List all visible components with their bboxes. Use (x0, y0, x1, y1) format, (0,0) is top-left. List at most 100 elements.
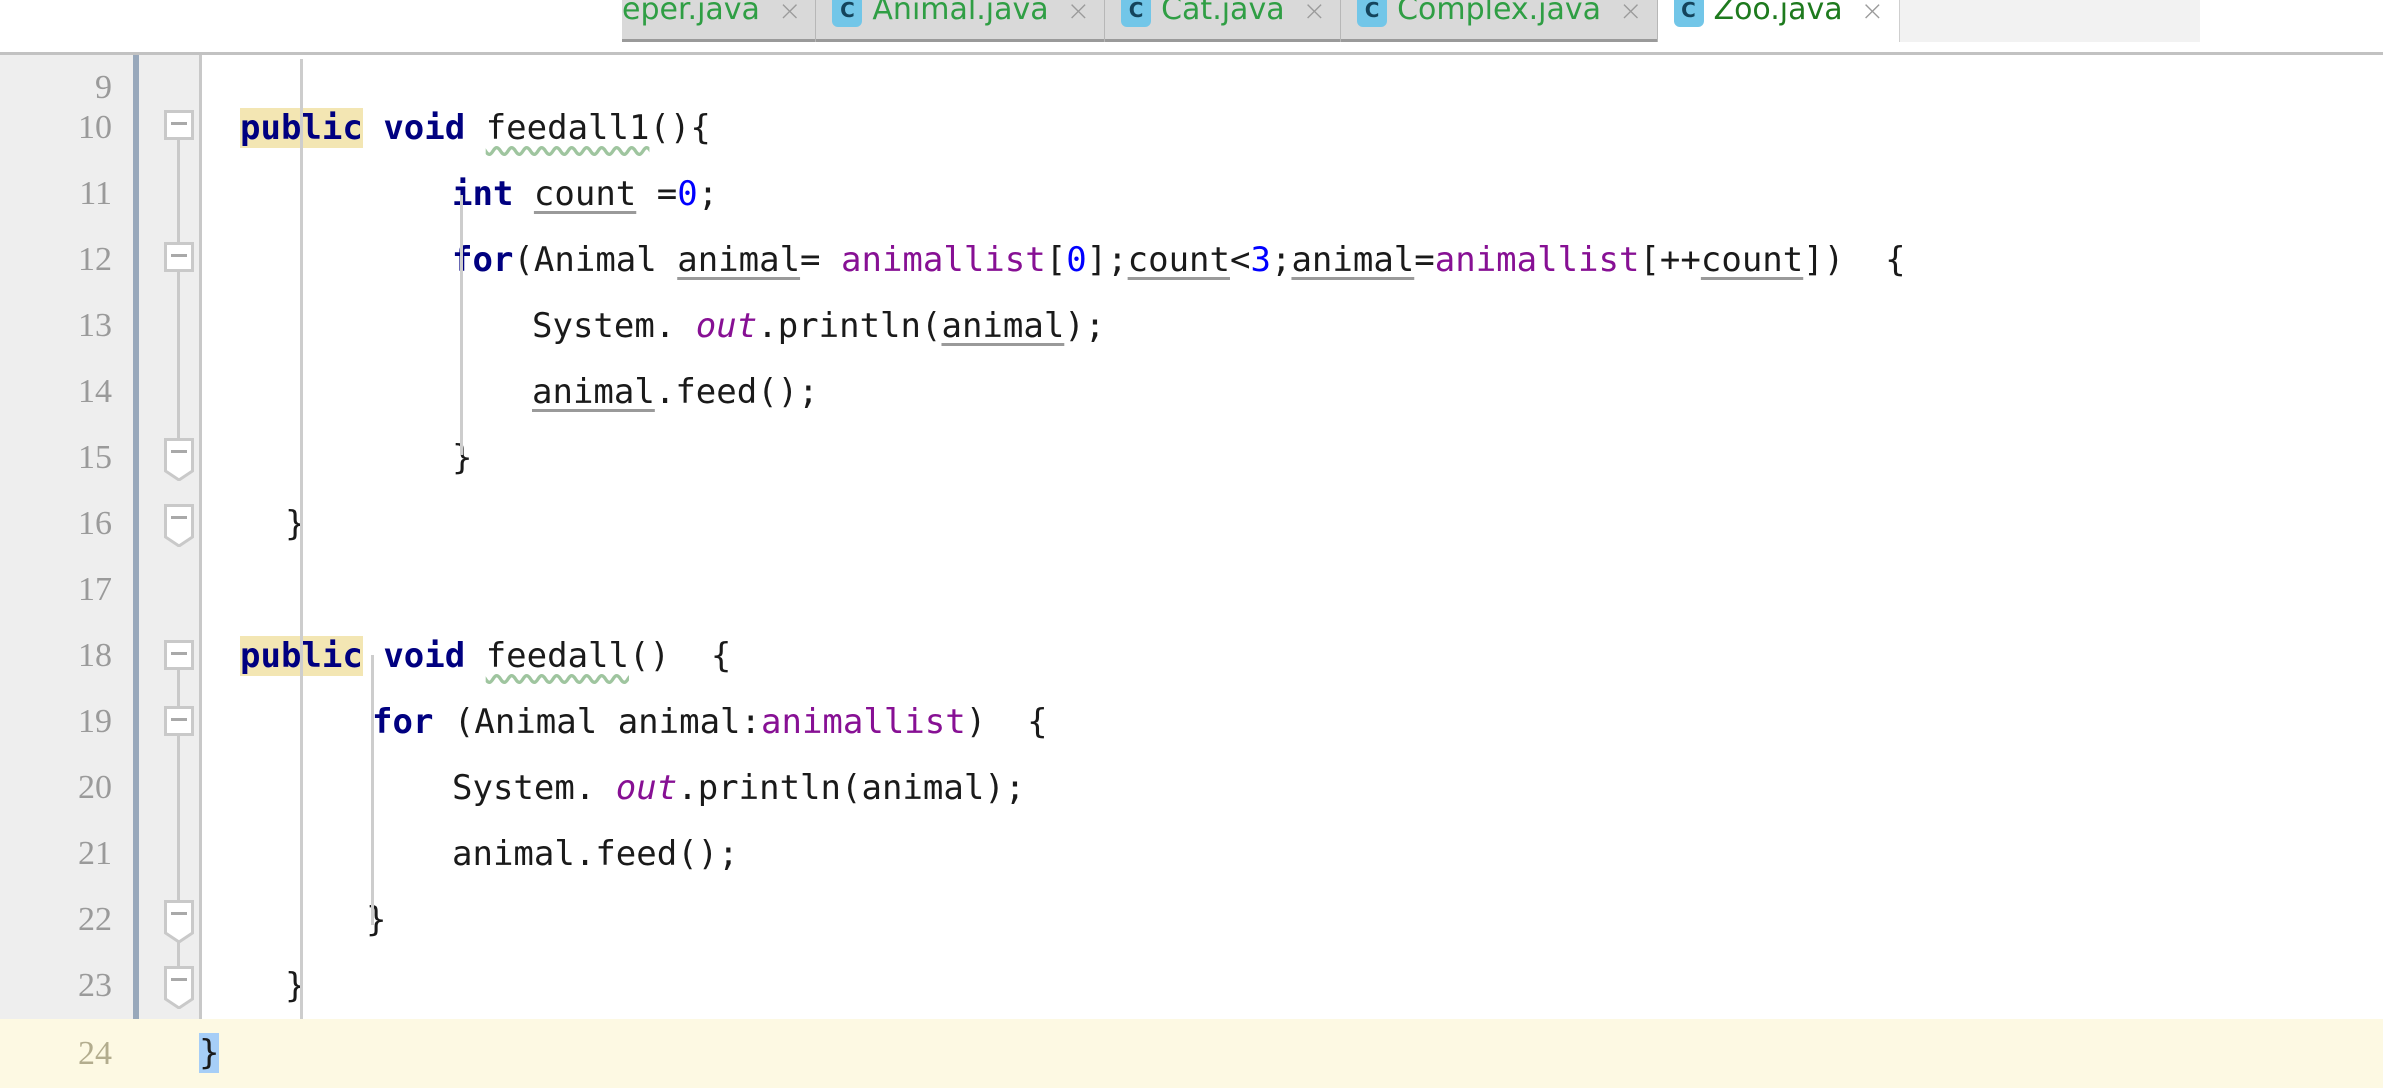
editor-tab-keeper[interactable]: eper.java × (622, 0, 817, 42)
fold-minus-icon (171, 254, 187, 257)
editor-tab-complex[interactable]: C Complex.java × (1341, 0, 1658, 42)
token-method-feedall1: feedall1 (485, 108, 650, 148)
token-field-animallist: animallist (761, 702, 966, 742)
fold-minus-icon (171, 978, 187, 981)
code-line-20-text: System. out.println(animal); (452, 768, 1026, 808)
fold-box-icon (164, 438, 194, 468)
fold-marker-end-line-22[interactable] (164, 900, 198, 943)
fold-box-icon (164, 110, 194, 140)
code-line-20[interactable]: 20 System. out.println(animal); (0, 755, 2383, 821)
token-method-println: println (777, 306, 921, 346)
code-line-14[interactable]: 14 animal.feed(); (0, 359, 2383, 425)
code-line-17[interactable]: 17 (0, 557, 2383, 623)
code-editor[interactable]: 1 public class Zoo { 9 10 public void fe… (0, 0, 2383, 1088)
close-icon[interactable]: × (778, 0, 801, 27)
token-literal-0: 0 (677, 174, 698, 214)
code-line-24-text: } (199, 1019, 220, 1088)
java-class-icon: C (832, 0, 863, 27)
code-line-15[interactable]: 15 } (0, 425, 2383, 491)
line-number-10: 10 (78, 109, 112, 146)
token-var-count: count (1127, 240, 1230, 280)
close-icon[interactable]: × (1861, 0, 1884, 27)
fold-marker-end-line-15[interactable] (164, 438, 198, 481)
line-number-22: 22 (78, 901, 112, 938)
fold-end-arrow-icon (164, 531, 194, 547)
fold-box-icon (164, 504, 194, 534)
editor-tab-label: Complex.java (1397, 0, 1602, 27)
fold-minus-icon (171, 516, 187, 519)
code-line-22[interactable]: 22 } (0, 887, 2383, 953)
code-line-10[interactable]: 10 public void feedall1(){ (0, 95, 2383, 161)
token-static-out: out (695, 306, 758, 346)
token-class-system: System (532, 306, 655, 346)
editor-tab-strip[interactable]: eper.java × C Animal.java × C Cat.java ×… (622, 0, 2201, 42)
java-class-icon: C (1357, 0, 1388, 27)
token-var-animal: animal (532, 372, 655, 412)
code-line-19-text: for (Animal animal:animallist) { (372, 702, 1048, 742)
close-icon[interactable]: × (1303, 0, 1326, 27)
line-number-17: 17 (78, 571, 112, 608)
code-line-10-text: public void feedall1(){ (240, 108, 711, 148)
java-class-icon: C (1121, 0, 1152, 27)
code-line-24[interactable]: 24 } (0, 1019, 2383, 1088)
code-line-18[interactable]: 18 public void feedall() { (0, 623, 2383, 689)
fold-end-arrow-icon (164, 465, 194, 481)
token-method-println: println (697, 768, 841, 808)
editor-tab-label: Zoo.java (1713, 0, 1843, 27)
code-line-13-text: System. out.println(animal); (532, 306, 1106, 346)
token-var-count: count (1700, 240, 1804, 280)
fold-marker-line-10[interactable] (164, 110, 198, 144)
line-number-13: 13 (78, 307, 112, 344)
code-line-11[interactable]: 11 int count =0; (0, 161, 2383, 227)
indent-guide-level-2b (371, 655, 374, 925)
editor-tab-zoo[interactable]: C Zoo.java × (1657, 0, 1900, 42)
close-icon[interactable]: × (1619, 0, 1642, 27)
code-line-22-text: } (366, 900, 387, 940)
token-method-feedall: feedall (485, 636, 629, 676)
token-type-animal: Animal (474, 702, 598, 742)
fold-marker-end-line-16[interactable] (164, 504, 198, 547)
code-lines-container[interactable]: 9 10 public void feedall1(){ 11 int coun… (0, 0, 2383, 1088)
line-number-19: 19 (78, 703, 112, 740)
code-line-21[interactable]: 21 animal.feed(); (0, 821, 2383, 887)
code-line-12[interactable]: 12 for(Animal animal= animallist[0];coun… (0, 227, 2383, 293)
line-number-23: 23 (78, 967, 112, 1004)
close-icon[interactable]: × (1067, 0, 1090, 27)
fold-box-icon (164, 242, 194, 272)
line-number-11: 11 (79, 175, 112, 212)
token-literal-3: 3 (1250, 240, 1271, 280)
token-field-animallist: animallist (1434, 240, 1640, 280)
code-line-23[interactable]: 23 } (0, 953, 2383, 1019)
code-line-16[interactable]: 16 } (0, 491, 2383, 557)
fold-stem-method-1 (177, 110, 180, 460)
code-line-19[interactable]: 19 for (Animal animal:animallist) { (0, 689, 2383, 755)
fold-box-icon (164, 706, 194, 736)
token-var-count: count (533, 174, 637, 214)
editor-tab-animal[interactable]: C Animal.java × (816, 0, 1106, 42)
token-var-animal: animal (617, 702, 741, 742)
fold-minus-icon (171, 912, 187, 915)
fold-marker-line-18[interactable] (164, 640, 198, 674)
code-line-12-text: for(Animal animal= animallist[0];count<3… (452, 240, 1906, 280)
editor-tab-cat[interactable]: C Cat.java × (1105, 0, 1342, 42)
fold-marker-end-line-23[interactable] (164, 966, 198, 1009)
line-number-12: 12 (78, 241, 112, 278)
token-var-animal: animal (941, 306, 1065, 346)
java-class-icon: C (1673, 0, 1704, 27)
code-line-14-text: animal.feed(); (532, 372, 819, 412)
fold-marker-line-19[interactable] (164, 706, 198, 740)
fold-marker-line-12[interactable] (164, 242, 198, 276)
indent-guide-level-1 (300, 59, 303, 1019)
token-var-animal: animal (677, 240, 801, 280)
line-number-20: 20 (78, 769, 112, 806)
code-line-18-text: public void feedall() { (240, 636, 732, 676)
fold-minus-icon (171, 652, 187, 655)
code-line-21-text: animal.feed(); (452, 834, 739, 874)
token-keyword-void: void (383, 636, 466, 676)
editor-tab-label: Animal.java (872, 0, 1049, 27)
code-line-13[interactable]: 13 System. out.println(animal); (0, 293, 2383, 359)
editor-tab-bar-empty-area (1899, 0, 2201, 42)
fold-box-icon (164, 640, 194, 670)
token-method-feed: feed (675, 372, 758, 412)
token-field-animallist: animallist (841, 240, 1046, 280)
